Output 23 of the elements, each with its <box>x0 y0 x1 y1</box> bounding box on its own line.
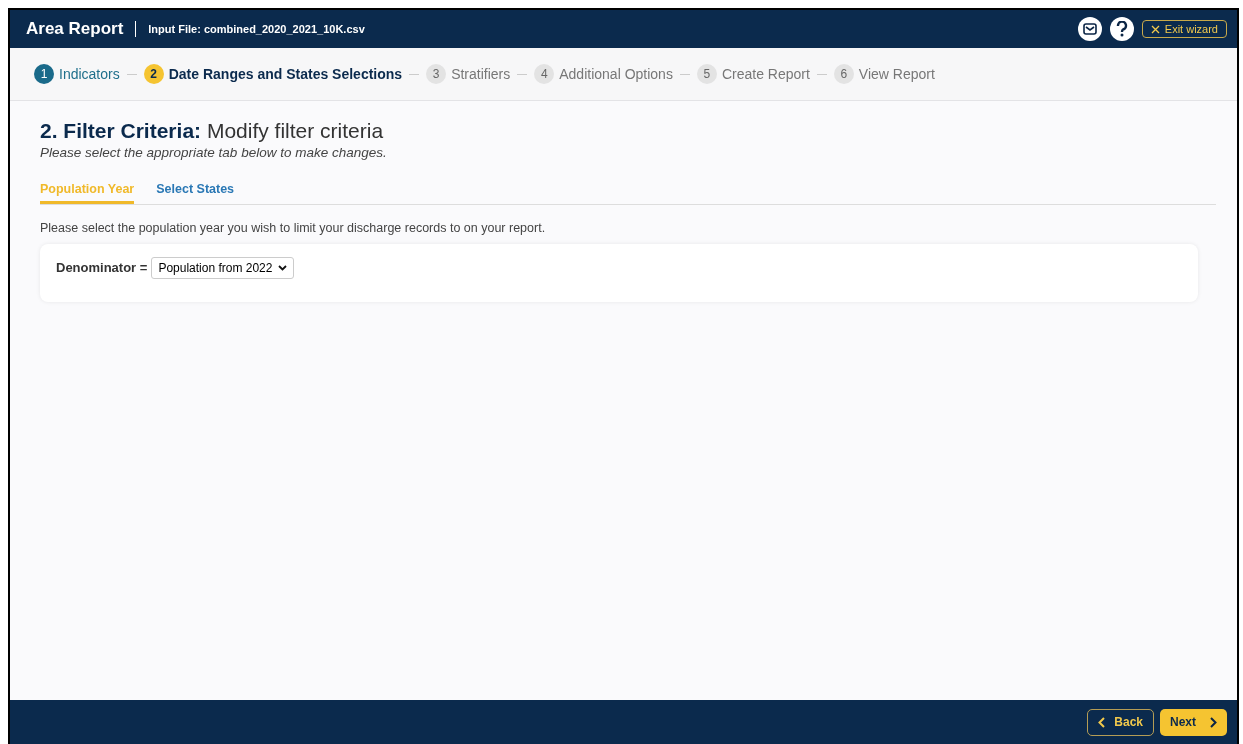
chevron-down-icon <box>278 265 288 271</box>
app-title: Area Report <box>26 19 124 39</box>
page-heading: 2. Filter Criteria: Modify filter criteria <box>40 119 385 143</box>
close-icon <box>1150 24 1160 34</box>
denominator-label: Denominator = <box>56 259 148 277</box>
instruction-text: Please select the population year you wish to limit your discharge records to on your report. <box>40 221 547 235</box>
exit-wizard-button[interactable]: Exit wizard <box>1141 20 1227 38</box>
wizard-step[interactable]: 6 View Report <box>833 64 935 84</box>
chevron-left-icon <box>1098 716 1106 728</box>
back-button[interactable]: Back <box>1087 708 1154 736</box>
page-subtitle: Please select the appropriate tab below to make changes. <box>40 145 388 160</box>
input-file-label: Input File: combined_2020_2021_10K.csv <box>148 23 365 35</box>
tab[interactable]: Select States <box>156 178 235 204</box>
denominator-dropdown[interactable]: Population from 2022 <box>151 257 295 279</box>
wizard-step[interactable]: 3 Stratifiers <box>426 64 511 84</box>
wizard-step[interactable]: 1 Indicators <box>34 64 120 84</box>
mail-icon[interactable] <box>1077 17 1102 41</box>
wizard-step[interactable]: 4 Additional Options <box>534 64 673 84</box>
wizard-step[interactable]: 2 Date Ranges and States Selections <box>143 64 403 84</box>
next-button[interactable]: Next <box>1160 708 1227 736</box>
help-icon[interactable] <box>1109 17 1134 41</box>
wizard-step[interactable]: 5 Create Report <box>696 64 810 84</box>
chevron-right-icon <box>1210 716 1217 728</box>
